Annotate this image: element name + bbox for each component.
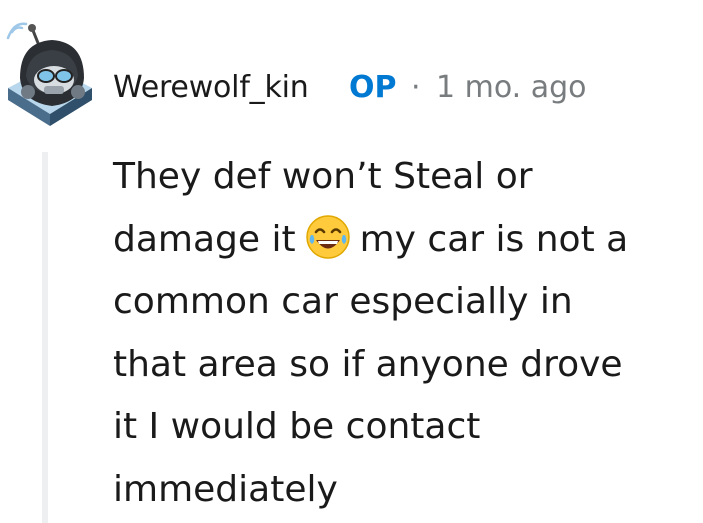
comment-text-line: damage it my car is not a <box>113 209 698 272</box>
face-with-tears-of-joy-icon <box>304 213 352 261</box>
meta-separator: · <box>411 70 421 105</box>
comment-text-line: that area so if anyone drove <box>113 343 623 385</box>
comment-text-segment: damage it <box>113 218 296 260</box>
comment-text-line: common car especially in <box>113 281 573 323</box>
thread-collapse-line[interactable] <box>42 152 48 523</box>
avatar[interactable] <box>2 18 98 130</box>
comment-body: They def won’t Steal or damage it my car… <box>113 146 698 522</box>
snoo-avatar-icon <box>6 22 92 126</box>
author-username[interactable]: Werewolf_kin <box>113 68 309 108</box>
comment-text-segment: my car is not a <box>359 218 629 260</box>
comment-text-line: They def won’t Steal or <box>113 156 533 197</box>
comment-timestamp[interactable]: 1 mo. ago <box>436 68 587 108</box>
comment-header: Werewolf_kin OP · 1 mo. ago <box>0 0 703 140</box>
op-badge: OP <box>349 70 397 105</box>
comment-text-line: it I would be contact <box>113 406 481 448</box>
comment-text-line: immediately <box>113 468 338 510</box>
